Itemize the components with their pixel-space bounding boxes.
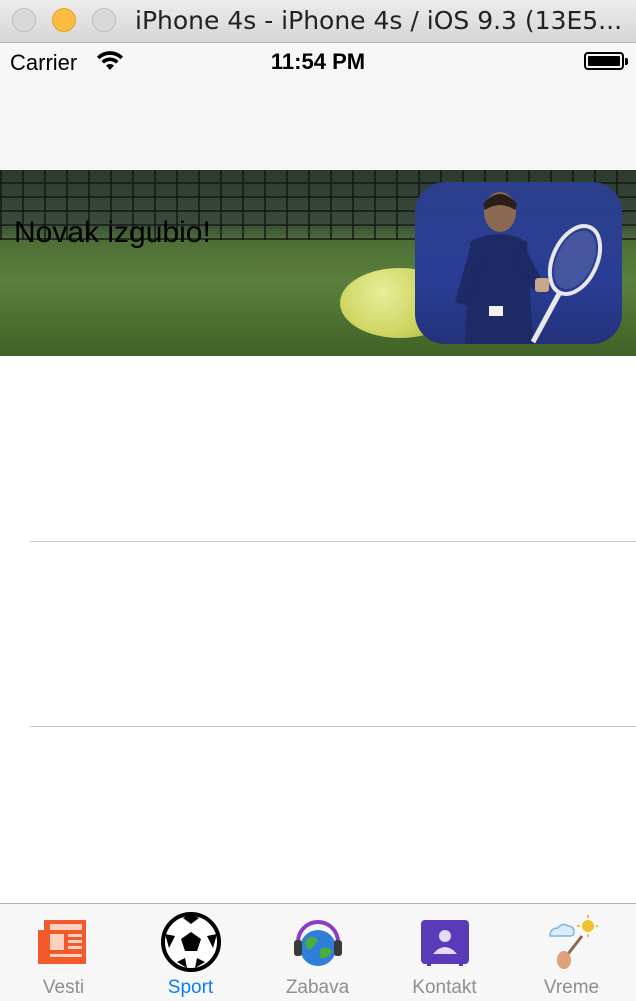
tab-label: Vesti bbox=[42, 977, 85, 998]
tab-kontakt[interactable]: Kontakt bbox=[381, 904, 508, 1001]
battery-icon bbox=[584, 52, 628, 70]
tab-vreme[interactable]: Vreme bbox=[508, 904, 635, 1001]
window-title: iPhone 4s - iPhone 4s / iOS 9.3 (13E5... bbox=[135, 6, 623, 35]
news-thumbnail bbox=[415, 182, 622, 344]
status-time: 11:54 PM bbox=[270, 49, 366, 74]
news-headline: Novak izgubio! bbox=[14, 216, 211, 249]
table-separator bbox=[30, 726, 636, 727]
tab-sport[interactable]: Sport bbox=[127, 904, 254, 1001]
tab-vesti[interactable]: Vesti bbox=[0, 904, 127, 1001]
navigation-bar bbox=[0, 83, 636, 170]
news-cell[interactable]: Novak izgubio! bbox=[0, 170, 636, 356]
soccer-ball-icon bbox=[161, 912, 221, 972]
tab-bar: Vesti Sport Zabava Kontakt Vreme bbox=[0, 903, 636, 1001]
tab-label: Kontakt bbox=[412, 977, 477, 998]
tab-zabava[interactable]: Zabava bbox=[254, 904, 381, 1001]
zoom-window-button[interactable] bbox=[92, 8, 116, 32]
minimize-window-button[interactable] bbox=[52, 8, 76, 32]
status-bar: Carrier 11:54 PM bbox=[0, 43, 636, 83]
tab-label: Vreme bbox=[543, 977, 600, 998]
simulator-titlebar: iPhone 4s - iPhone 4s / iOS 9.3 (13E5... bbox=[0, 0, 636, 43]
globe-headphones-icon bbox=[292, 914, 344, 970]
table-separator bbox=[30, 541, 636, 542]
close-window-button[interactable] bbox=[12, 8, 36, 32]
weather-icon bbox=[546, 914, 599, 970]
tab-label: Zabava bbox=[285, 977, 350, 998]
newspaper-icon bbox=[38, 914, 90, 970]
tab-label: Sport bbox=[167, 977, 214, 998]
contact-card-icon bbox=[419, 914, 471, 970]
